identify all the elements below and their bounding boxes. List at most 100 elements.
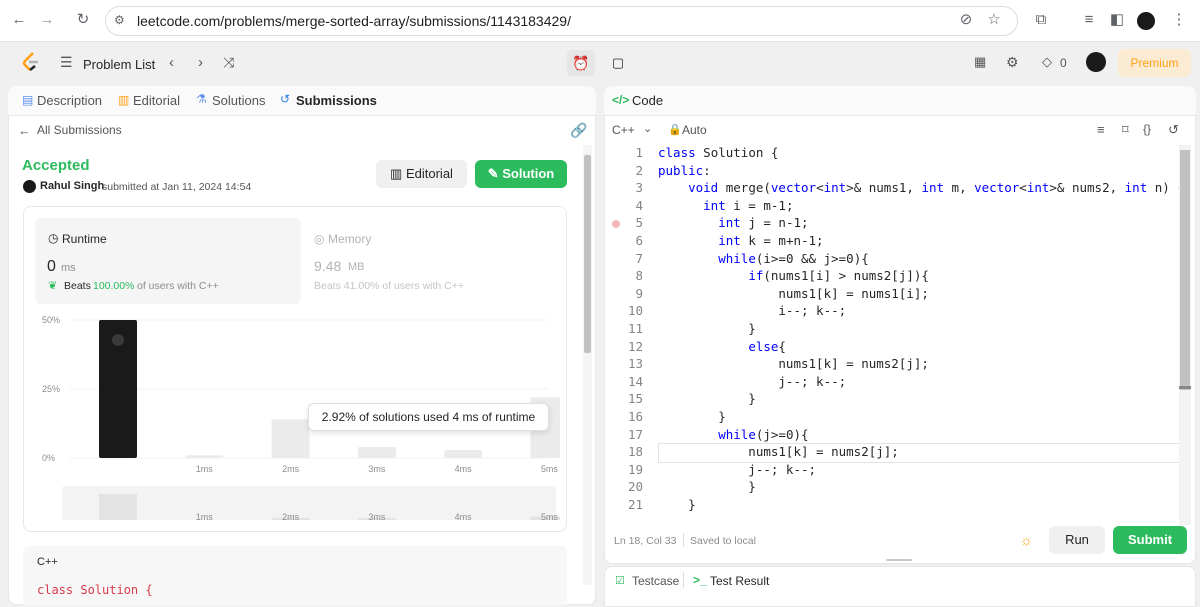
shuffle-icon[interactable]: ⤨ — [223, 54, 234, 71]
user-avatar — [23, 180, 36, 193]
problem-list-link[interactable]: Problem List — [83, 57, 155, 72]
tab-editorial[interactable]: Editorial — [133, 93, 180, 108]
fire-streak-icon[interactable]: ◇ — [1042, 54, 1052, 70]
submissions-history-icon: ↺ — [280, 92, 291, 106]
code-line[interactable]: int k = m+n-1; — [658, 233, 823, 248]
tab-solutions[interactable]: Solutions — [212, 93, 265, 108]
chart-bar — [185, 455, 224, 458]
chevron-down-icon[interactable]: ⌄ — [643, 122, 652, 135]
saved-status: Saved to local — [690, 535, 756, 547]
leetcode-header: ☰ Problem List ‹ › ⤨ ⏰ ▢ ▦ ⚙ ◇ 0 — [0, 42, 1200, 84]
tab-submissions[interactable]: Submissions — [296, 93, 377, 108]
left-scrollbar-thumb[interactable] — [584, 155, 591, 353]
coin-count: 0 — [1060, 56, 1067, 70]
x-tick-label: 1ms — [196, 464, 214, 474]
code-line[interactable]: } — [658, 321, 756, 336]
code-line[interactable]: i--; k--; — [658, 303, 846, 318]
code-line[interactable]: j--; k--; — [658, 462, 816, 477]
reading-list-icon[interactable]: ≡ — [1080, 11, 1098, 29]
tab-test-result[interactable]: Test Result — [710, 574, 769, 588]
line-number: 15 — [627, 391, 643, 407]
code-line[interactable]: else{ — [658, 339, 786, 354]
book-icon: ▥ — [390, 166, 403, 181]
prev-problem-icon[interactable]: ‹ — [169, 54, 174, 71]
settings-gear-icon[interactable]: ⚙ — [1006, 54, 1019, 71]
code-line[interactable]: int j = n-1; — [658, 215, 808, 230]
code-line[interactable]: nums1[k] = nums2[j]; — [658, 356, 929, 371]
y-tick-label: 50% — [42, 315, 60, 325]
format-icon[interactable]: ≡ — [1097, 122, 1105, 137]
line-number: 2 — [635, 162, 643, 178]
url-text[interactable]: leetcode.com/problems/merge-sorted-array… — [137, 13, 571, 29]
code-line[interactable]: } — [658, 391, 756, 406]
code-line[interactable]: while(j>=0){ — [658, 427, 808, 442]
code-line[interactable]: } — [658, 479, 756, 494]
share-link-icon[interactable]: 🔗 — [570, 122, 587, 139]
browser-toolbar: ← → ↻ ⚙ leetcode.com/problems/merge-sort… — [0, 0, 1200, 42]
code-line[interactable]: nums1[k] = nums1[i]; — [658, 286, 929, 301]
language-select[interactable]: C++ — [612, 123, 635, 137]
chart-tooltip: 2.92% of solutions used 4 ms of runtime — [308, 403, 549, 431]
extensions-icon[interactable]: ⧉ — [1032, 11, 1050, 29]
timer-icon[interactable]: ⏰ — [567, 50, 595, 76]
reload-icon[interactable]: ↻ — [74, 11, 92, 29]
x-tick-label: 2ms — [282, 464, 300, 474]
code-line[interactable]: } — [658, 497, 696, 512]
editor-tab-bar — [604, 86, 1196, 116]
code-line[interactable]: public: — [658, 163, 711, 178]
cursor-position: Ln 18, Col 33 — [614, 535, 677, 547]
reset-icon[interactable]: ↺ — [1168, 122, 1179, 138]
back-arrow-icon[interactable]: ← — [18, 123, 31, 138]
editor-title[interactable]: Code — [632, 93, 663, 108]
leetcode-logo-icon[interactable] — [22, 52, 40, 72]
premium-button[interactable]: Premium — [1118, 49, 1191, 77]
profile-avatar[interactable] — [1137, 12, 1155, 30]
code-line[interactable]: if(nums1[i] > nums2[j]){ — [658, 268, 929, 283]
all-submissions-link[interactable]: All Submissions — [37, 123, 122, 137]
side-panel-icon[interactable]: ◧ — [1108, 11, 1126, 29]
tab-description[interactable]: Description — [37, 93, 102, 108]
runtime-label: Runtime — [62, 232, 107, 246]
solutions-flask-icon: ⚗ — [196, 92, 207, 106]
line-number: 11 — [627, 321, 643, 336]
y-tick-label: 0% — [42, 453, 55, 463]
no-tracking-icon[interactable]: ⊘ — [957, 11, 975, 29]
code-line[interactable]: class Solution { — [658, 145, 778, 160]
editorial-icon: ▥ — [118, 93, 130, 107]
solution-button[interactable]: ✎ Solution — [475, 160, 567, 188]
code-line[interactable]: int i = m-1; — [658, 198, 793, 213]
submit-button[interactable]: Submit — [1113, 526, 1187, 554]
editor-scrollbar-thumb[interactable] — [1180, 150, 1190, 390]
notes-icon[interactable]: ▢ — [605, 50, 631, 76]
user-avatar[interactable] — [1086, 52, 1106, 72]
layout-grid-icon[interactable]: ▦ — [974, 54, 986, 70]
chart-bar — [271, 419, 310, 458]
editorial-button[interactable]: ▥ Editorial — [376, 160, 467, 188]
braces-icon[interactable]: {} — [1143, 122, 1151, 136]
submitted-time: submitted at Jan 11, 2024 14:54 — [102, 181, 252, 193]
next-problem-icon[interactable]: › — [198, 54, 203, 71]
code-line[interactable]: void merge(vector<int>& nums1, int m, ve… — [658, 180, 1185, 195]
code-line[interactable]: j--; k--; — [658, 374, 846, 389]
collaborate-icon[interactable]: ☼ — [1020, 532, 1033, 548]
forward-arrow-icon[interactable]: → — [38, 11, 56, 29]
resize-handle[interactable] — [886, 559, 912, 561]
bookmark-star-icon[interactable]: ☆ — [985, 11, 1003, 29]
memory-label[interactable]: Memory — [328, 232, 371, 246]
code-icon: </> — [612, 93, 630, 107]
code-line[interactable]: } — [658, 409, 726, 424]
problem-list-icon[interactable]: ☰ — [60, 54, 73, 71]
y-tick-label: 25% — [42, 384, 60, 394]
back-arrow-icon[interactable]: ← — [10, 11, 28, 29]
more-menu-icon[interactable]: ⋮ — [1170, 11, 1188, 29]
site-info-icon[interactable]: ⚙ — [114, 13, 125, 27]
tab-testcase[interactable]: Testcase — [632, 574, 679, 588]
code-preview-text: class Solution { — [37, 583, 153, 597]
mode-label[interactable]: Auto — [682, 123, 707, 137]
code-line[interactable]: nums1[k] = nums2[j]; — [658, 444, 899, 459]
bookmark-icon[interactable]: ⌑ — [1122, 122, 1129, 138]
run-button[interactable]: Run — [1049, 526, 1105, 554]
beats-value: 100.00% — [93, 280, 135, 292]
user-name[interactable]: Rahul Singh — [40, 180, 104, 192]
code-line[interactable]: while(i>=0 && j>=0){ — [658, 251, 869, 266]
